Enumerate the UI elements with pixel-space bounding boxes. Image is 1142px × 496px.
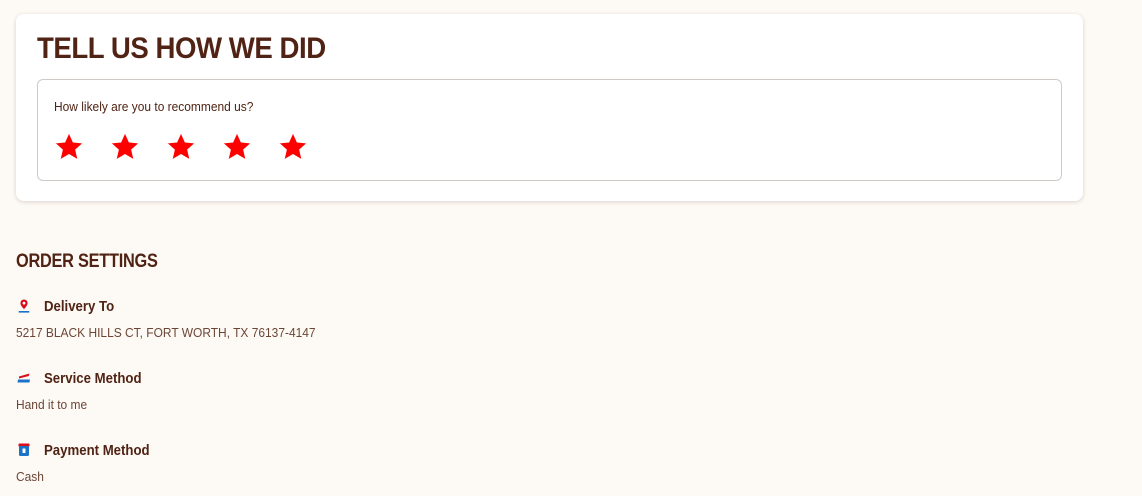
rating-question: How likely are you to recommend us?	[54, 99, 254, 114]
location-pin-icon	[18, 299, 30, 313]
order-settings-title: ORDER SETTINGS	[16, 251, 158, 272]
service-method-value: Hand it to me	[16, 397, 88, 412]
delivery-to-label: Delivery To	[44, 297, 115, 315]
payment-method-setting: Payment Method Cash	[16, 440, 616, 486]
star-1-icon[interactable]	[54, 132, 84, 162]
payment-method-value: Cash	[16, 469, 44, 484]
payment-icon	[18, 443, 30, 456]
delivery-to-setting: Delivery To 5217 BLACK HILLS CT, FORT WO…	[16, 296, 616, 342]
rating-box: How likely are you to recommend us?	[37, 79, 1062, 181]
star-rating	[54, 132, 308, 162]
star-2-icon[interactable]	[110, 132, 140, 162]
star-5-icon[interactable]	[278, 132, 308, 162]
service-method-setting: Service Method Hand it to me	[16, 368, 616, 414]
star-3-icon[interactable]	[166, 132, 196, 162]
feedback-card: TELL US HOW WE DID How likely are you to…	[16, 14, 1083, 201]
feedback-title: TELL US HOW WE DID	[37, 32, 326, 65]
service-method-label: Service Method	[44, 369, 142, 387]
delivery-address: 5217 BLACK HILLS CT, FORT WORTH, TX 7613…	[16, 325, 316, 340]
star-4-icon[interactable]	[222, 132, 252, 162]
payment-method-label: Payment Method	[44, 441, 150, 459]
service-method-icon	[17, 373, 30, 383]
